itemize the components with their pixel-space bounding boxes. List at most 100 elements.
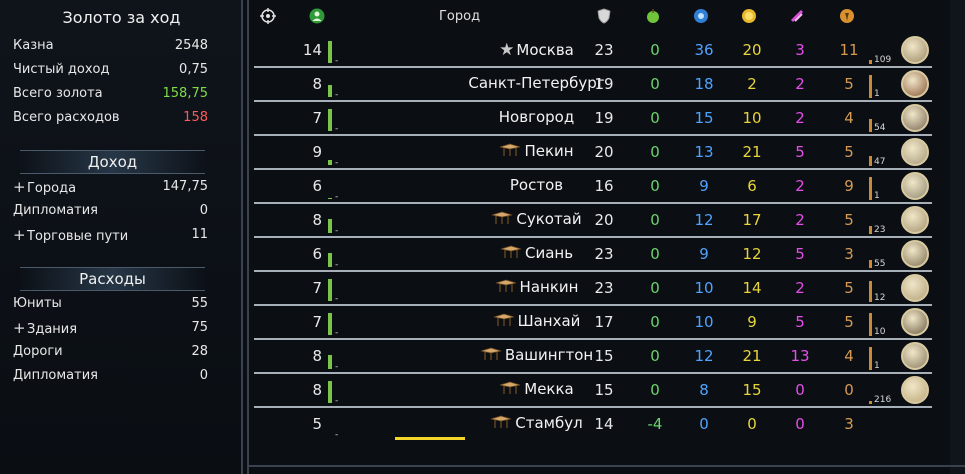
city-science: 8 [699, 381, 709, 399]
production-progress-bar [869, 177, 872, 200]
production-item-icon[interactable] [901, 36, 929, 64]
city-defense: 16 [594, 177, 614, 195]
city-row[interactable]: 8 - Сукотай 20 0 12 17 2 5 23 [254, 204, 932, 238]
growth-tick: - [335, 90, 339, 100]
total-expenses-value: 158 [183, 110, 208, 125]
city-population: 5 [312, 415, 322, 433]
science-icon[interactable] [693, 8, 709, 24]
city-row[interactable]: 8 - Санкт-Петербург 19 0 18 2 2 5 1 [254, 68, 932, 102]
production-progress-bar [869, 401, 872, 404]
production-item-icon[interactable] [901, 342, 929, 370]
treasury-label: Казна [13, 38, 54, 53]
production-item-icon[interactable] [901, 172, 929, 200]
city-row[interactable]: 8 - Вашингтон 15 0 12 21 13 4 1 [254, 340, 932, 374]
city-culture: 2 [795, 109, 805, 127]
city-gold: 15 [742, 381, 762, 399]
growth-tick: - [335, 226, 339, 236]
expense-roads-value: 28 [191, 344, 208, 359]
expand-plus-icon[interactable]: + [13, 318, 27, 338]
city-defense: 14 [594, 415, 614, 433]
growth-progress-bar [328, 381, 332, 403]
growth-tick: - [335, 192, 339, 202]
city-defense: 23 [594, 41, 614, 59]
production-item-icon[interactable] [901, 206, 929, 234]
city-row[interactable]: 7 - Новгород 19 0 15 10 2 4 54 [254, 102, 932, 136]
income-trade-routes-row[interactable]: +Торговые пути 11 [13, 225, 208, 245]
city-row[interactable]: 7 - Нанкин 23 0 10 14 2 5 12 [254, 272, 932, 306]
production-item-icon[interactable] [901, 240, 929, 268]
treasury-value: 2548 [174, 38, 208, 53]
city-name: Мекка [524, 380, 574, 398]
city-row[interactable]: 6 - Сиань 23 0 9 12 5 3 55 [254, 238, 932, 272]
income-header: Доход [20, 150, 205, 174]
city-production: 4 [844, 109, 854, 127]
expense-buildings-label: Здания [27, 322, 78, 337]
net-income-label: Чистый доход [13, 62, 110, 77]
city-name: Ростов [509, 176, 564, 194]
city-population: 7 [312, 313, 322, 331]
city-defense: 19 [594, 109, 614, 127]
city-gold: 17 [742, 211, 762, 229]
city-food: 0 [650, 143, 660, 161]
city-row[interactable]: 8 - Мекка 15 0 8 15 0 0 216 [254, 374, 932, 408]
defense-icon[interactable] [596, 8, 612, 24]
total-gold-row: Всего золота 158,75 [13, 84, 208, 104]
income-cities-row[interactable]: +Города 147,75 [13, 177, 208, 197]
income-cities-label: Города [27, 181, 77, 196]
production-item-icon[interactable] [901, 104, 929, 132]
city-production: 5 [844, 279, 854, 297]
puppet-icon [499, 142, 524, 160]
food-icon[interactable] [645, 8, 661, 24]
city-defense: 23 [594, 279, 614, 297]
growth-progress-bar [328, 41, 332, 63]
city-population: 7 [312, 109, 322, 127]
city-culture: 5 [795, 143, 805, 161]
production-item-icon[interactable] [901, 308, 929, 336]
production-progress-bar [869, 75, 872, 98]
gold-icon[interactable] [741, 8, 757, 24]
expand-plus-icon[interactable]: + [13, 177, 27, 197]
production-turns: 54 [874, 123, 886, 133]
city-science: 10 [694, 279, 714, 297]
total-gold-value: 158,75 [162, 86, 209, 101]
city-culture: 2 [795, 279, 805, 297]
city-defense: 15 [594, 347, 614, 365]
city-science: 9 [699, 245, 709, 263]
city-row[interactable]: 5 - Стамбул 14 -4 0 0 0 3 [254, 408, 932, 440]
population-icon[interactable] [309, 8, 325, 24]
expand-plus-icon[interactable]: + [13, 225, 27, 245]
culture-icon[interactable] [789, 8, 805, 24]
expense-diplomacy-value: 0 [199, 368, 208, 383]
city-row[interactable]: 7 - Шанхай 17 0 10 9 5 5 10 [254, 306, 932, 340]
production-progress-bar [869, 119, 872, 132]
total-expenses-row: Всего расходов 158 [13, 108, 208, 128]
production-turns: 216 [874, 395, 892, 405]
expense-buildings-row[interactable]: +Здания 75 [13, 318, 208, 338]
growth-tick: - [335, 430, 339, 440]
scrollbar[interactable] [950, 0, 965, 474]
city-row[interactable]: 14 - ★ Москва 23 0 36 20 3 11 109 [254, 34, 932, 68]
growth-progress-bar [328, 355, 332, 369]
city-row[interactable]: 6 - Ростов 16 0 9 6 2 9 1 [254, 170, 932, 204]
production-item-icon[interactable] [901, 376, 929, 404]
city-population: 9 [312, 143, 322, 161]
city-food: 0 [650, 177, 660, 195]
city-culture: 0 [795, 415, 805, 433]
puppet-icon [491, 210, 516, 228]
target-icon[interactable] [260, 8, 276, 24]
production-item-icon[interactable] [901, 70, 929, 98]
production-item-icon[interactable] [901, 274, 929, 302]
production-turns: 55 [874, 259, 886, 269]
city-food: 0 [650, 347, 660, 365]
city-population: 14 [302, 41, 322, 59]
production-item-icon[interactable] [901, 138, 929, 166]
city-row[interactable]: 9 - Пекин 20 0 13 21 5 5 47 [254, 136, 932, 170]
city-column-header[interactable]: Город [439, 9, 480, 24]
net-income-value: 0,75 [179, 62, 208, 77]
table-header: Город [249, 0, 952, 34]
growth-tick: - [335, 124, 339, 134]
city-name: Сукотай [516, 210, 582, 228]
production-icon[interactable] [839, 8, 855, 24]
gold-per-turn-panel: Золото за ход Казна 2548 Чистый доход 0,… [0, 0, 243, 474]
income-trade-label: Торговые пути [27, 229, 129, 244]
